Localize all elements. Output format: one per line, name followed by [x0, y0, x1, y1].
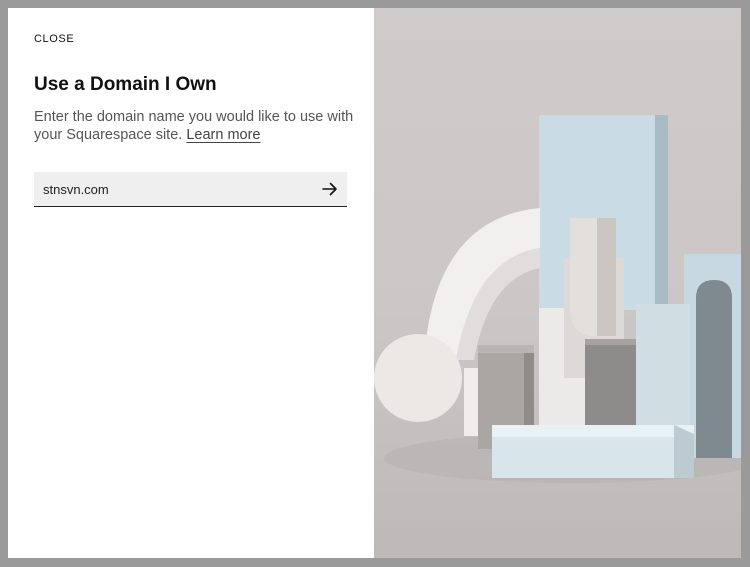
domain-input-field [34, 172, 347, 207]
dialog-description: Enter the domain name you would like to … [34, 108, 354, 144]
dialog-title: Use a Domain I Own [34, 74, 217, 95]
arrow-right-icon [322, 182, 337, 196]
submit-button[interactable] [313, 172, 347, 206]
learn-more-link[interactable]: Learn more [186, 127, 260, 143]
sculpture-image-panel [374, 8, 741, 558]
close-button[interactable]: CLOSE [34, 33, 74, 45]
dialog-form-panel: CLOSE Use a Domain I Own Enter the domai… [8, 8, 374, 558]
sculptural-objects-image [374, 115, 741, 483]
domain-dialog: CLOSE Use a Domain I Own Enter the domai… [8, 8, 741, 558]
domain-input[interactable] [34, 172, 313, 206]
